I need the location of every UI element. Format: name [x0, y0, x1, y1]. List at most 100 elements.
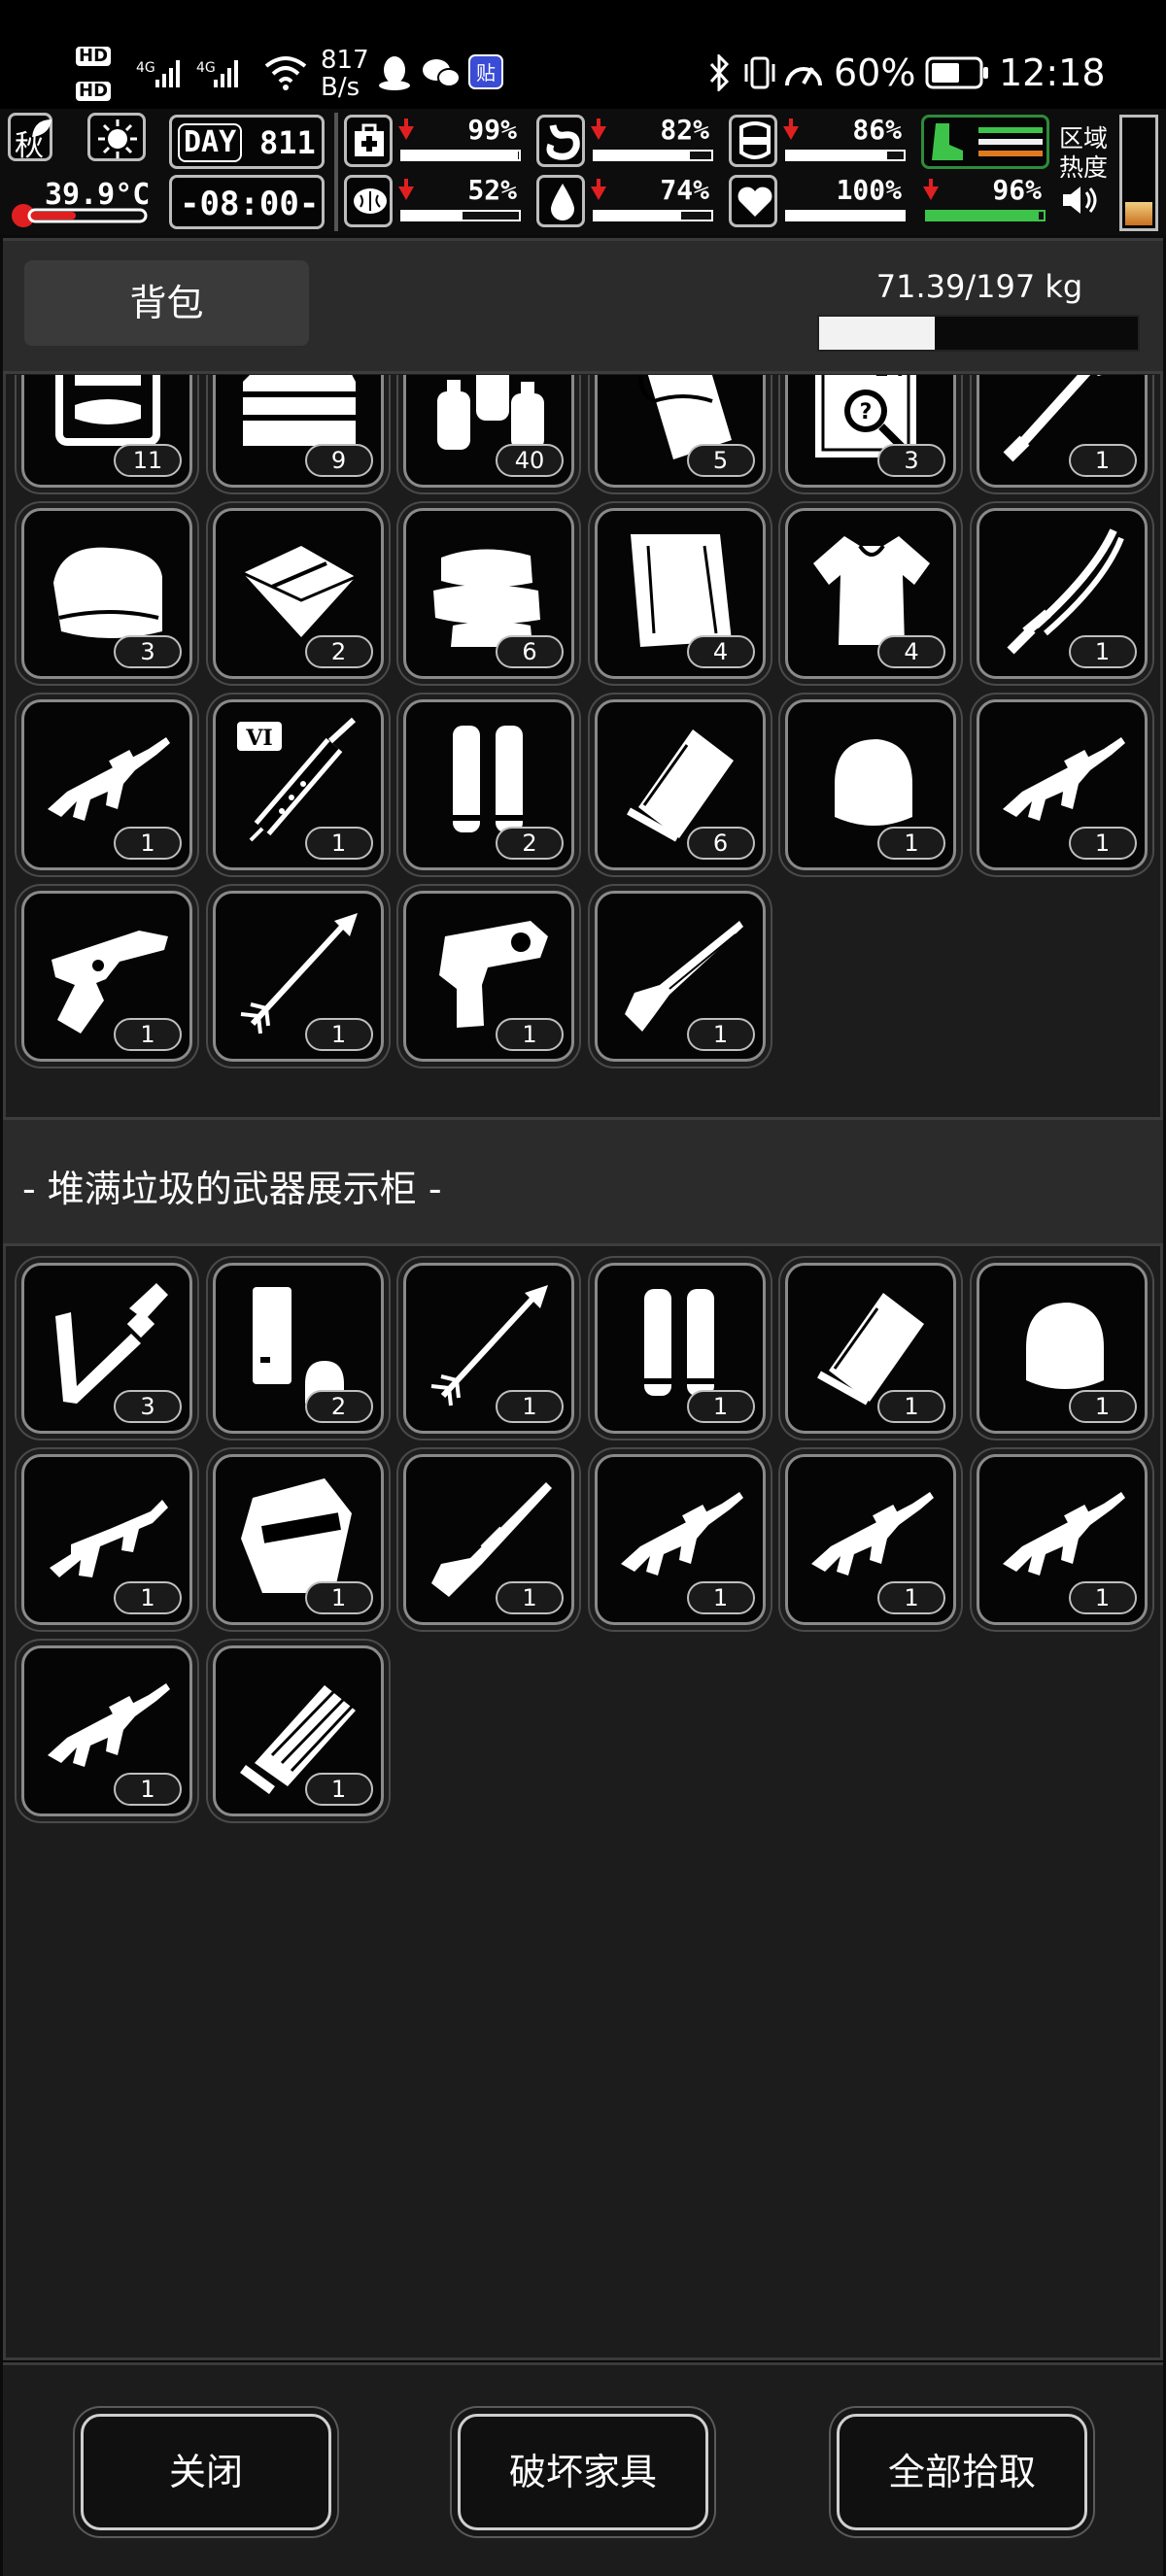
item-quantity: 1: [496, 1390, 564, 1423]
arrow-down-health-icon: [398, 126, 414, 140]
backpack-item-slot[interactable]: 1: [594, 891, 766, 1062]
item-quantity: 1: [304, 1018, 373, 1051]
svg-text:?: ?: [860, 400, 873, 424]
item-quantity: 3: [114, 635, 182, 668]
stat-health[interactable]: [344, 115, 393, 167]
container-item-slot[interactable]: 1: [976, 1263, 1148, 1434]
item-quantity: 1: [1068, 1581, 1137, 1614]
medkit-icon: [355, 123, 384, 156]
backpack-item-slot[interactable]: 1: [21, 699, 192, 870]
stamina-line-orange: [978, 151, 1043, 156]
backpack-item-slot[interactable]: 1: [976, 375, 1148, 488]
backpack-item-slot[interactable]: 4: [594, 508, 766, 679]
container-item-slot[interactable]: 1: [21, 1454, 192, 1625]
backpack-item-slot[interactable]: IV?3: [785, 375, 956, 488]
container-item-slot[interactable]: 1: [403, 1263, 574, 1434]
backpack-item-slot[interactable]: 1: [403, 891, 574, 1062]
backpack-item-slot[interactable]: 6: [594, 699, 766, 870]
container-item-slot[interactable]: 2: [212, 1263, 384, 1434]
day-label: DAY: [178, 123, 243, 162]
container-item-slot[interactable]: 1: [785, 1454, 956, 1625]
item-quantity: 1: [686, 1018, 755, 1051]
season-indicator[interactable]: 秋: [8, 113, 52, 163]
backpack-item-slot[interactable]: 4: [785, 508, 956, 679]
backpack-item-slot[interactable]: 5: [594, 375, 766, 488]
container-item-slot[interactable]: 1: [594, 1454, 766, 1625]
item-quantity: 9: [304, 444, 373, 477]
stat-thirst[interactable]: [536, 175, 585, 227]
item-quantity: 1: [1068, 1390, 1137, 1423]
stat-mood-value: 100%: [836, 174, 902, 206]
container-item-slot[interactable]: 1: [212, 1454, 384, 1625]
destroy-furniture-button[interactable]: 破坏家具: [458, 2414, 708, 2530]
backpack-item-slot[interactable]: 2: [403, 699, 574, 870]
backpack-item-slot[interactable]: 11: [21, 375, 192, 488]
stat-sanity-bar: [400, 210, 521, 221]
container-item-slot[interactable]: 1: [21, 1645, 192, 1816]
item-quantity: 1: [114, 1018, 182, 1051]
close-button[interactable]: 关闭: [81, 2414, 331, 2530]
container-item-slot[interactable]: 1: [594, 1263, 766, 1434]
region-heat[interactable]: 区域 热度: [1059, 124, 1117, 231]
container-item-slot[interactable]: 3: [21, 1263, 192, 1434]
item-quantity: 1: [1068, 827, 1137, 860]
leaf-icon: [32, 119, 51, 137]
stat-hunger[interactable]: [536, 115, 585, 167]
arrow-down-stamina-icon: [923, 186, 939, 200]
arrow-down-sanity-icon: [398, 186, 414, 200]
backpack-item-slot[interactable]: 1: [21, 891, 192, 1062]
signal-icon: 4G 4G: [136, 60, 238, 87]
game-clock: -08:00-: [169, 175, 325, 229]
stat-armor-value: 86%: [852, 114, 902, 146]
stat-thirst-value: 74%: [660, 174, 709, 206]
backpack-item-slot[interactable]: 1: [976, 699, 1148, 870]
stat-sanity[interactable]: [344, 175, 393, 227]
weather-indicator[interactable]: [87, 113, 146, 161]
item-quantity: 1: [114, 1581, 182, 1614]
sun-icon: [98, 119, 137, 158]
item-quantity: 6: [686, 827, 755, 860]
temperature-widget: 39.9°C: [8, 179, 150, 231]
take-all-button[interactable]: 全部拾取: [837, 2414, 1087, 2530]
speed-meter-icon: [785, 67, 822, 86]
stat-stamina[interactable]: [921, 115, 1049, 169]
stamina-line-green: [978, 127, 1043, 133]
item-quantity: 1: [877, 827, 945, 860]
backpack-item-slot[interactable]: 1: [212, 891, 384, 1062]
item-quantity: 1: [1068, 444, 1137, 477]
stat-hunger-value: 82%: [660, 114, 709, 146]
bluetooth-icon: [709, 54, 730, 91]
stat-thirst-bar: [593, 210, 713, 221]
item-quantity: 2: [304, 635, 373, 668]
backpack-item-slot[interactable]: 2: [212, 508, 384, 679]
container-item-slot[interactable]: 1: [976, 1454, 1148, 1625]
backpack-weight: 71.39/197 kg: [875, 268, 1083, 305]
backpack-item-slot[interactable]: 3: [21, 508, 192, 679]
backpack-item-slot[interactable]: 1: [976, 508, 1148, 679]
stat-mood[interactable]: [729, 175, 777, 227]
backpack-item-slot[interactable]: VI 1: [212, 699, 384, 870]
backpack-item-slot[interactable]: 1: [785, 699, 956, 870]
container-item-slot[interactable]: 1: [785, 1263, 956, 1434]
stat-armor[interactable]: [729, 115, 777, 167]
item-quantity: 1: [686, 1581, 755, 1614]
game-clock-time: -08:00-: [180, 185, 320, 223]
net-speed-value: 817: [321, 46, 369, 75]
tab-backpack[interactable]: 背包: [24, 260, 309, 346]
backpack-item-slot[interactable]: 9: [212, 375, 384, 488]
item-quantity: 3: [114, 1390, 182, 1423]
item-quantity: 1: [114, 827, 182, 860]
battery-percentage: 60%: [834, 51, 916, 94]
item-quantity: 4: [686, 635, 755, 668]
svg-text:VI: VI: [245, 726, 272, 751]
svg-text:4G: 4G: [196, 60, 216, 76]
item-quantity: 3: [877, 444, 945, 477]
item-quantity: 1: [877, 1390, 945, 1423]
item-quantity: 1: [496, 1581, 564, 1614]
backpack-item-slot[interactable]: 40: [403, 375, 574, 488]
day-number: 811: [259, 124, 316, 161]
container-item-slot[interactable]: 1: [403, 1454, 574, 1625]
container-item-slot[interactable]: 1: [212, 1645, 384, 1816]
svg-text:IV: IV: [874, 375, 911, 384]
backpack-item-slot[interactable]: 6: [403, 508, 574, 679]
